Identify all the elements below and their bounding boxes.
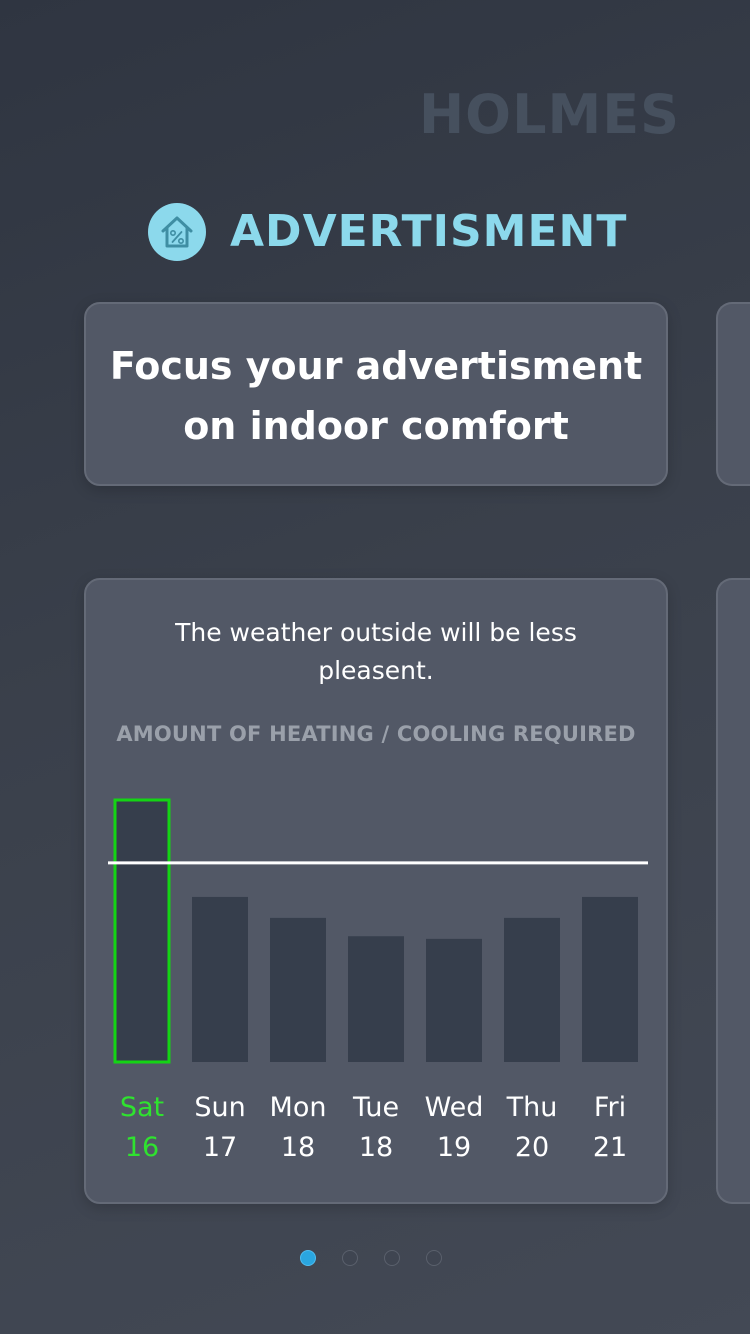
headline-text: Focus your advertisment on indoor comfor… — [109, 344, 643, 448]
day-labels: Sat 16 Sun 17 Mon 18 Tue 18 Wed 19 Thu 20 Fri 21 — [86, 1088, 668, 1178]
chart-bar-thu[interactable] — [504, 917, 560, 1062]
day-label-wed[interactable]: Wed 19 — [425, 1088, 484, 1168]
day-date: 17 — [202, 1132, 238, 1163]
section-title: ADVERTISMENT — [230, 206, 628, 257]
chart-bar-wed[interactable] — [426, 938, 482, 1062]
day-name: Wed — [424, 1092, 484, 1123]
next-chart-card-peek[interactable] — [716, 578, 750, 1204]
page-dot-3[interactable] — [384, 1250, 400, 1266]
day-name: Tue — [352, 1092, 400, 1123]
day-label-sat[interactable]: Sat 16 — [120, 1088, 164, 1168]
day-name: Thu — [506, 1092, 558, 1123]
headline-card[interactable]: Focus your advertisment on indoor comfor… — [84, 302, 668, 486]
page-dot-2[interactable] — [342, 1250, 358, 1266]
day-label-sun[interactable]: Sun 17 — [194, 1088, 245, 1168]
day-date: 21 — [592, 1132, 628, 1163]
day-name: Mon — [269, 1092, 327, 1123]
day-date: 16 — [124, 1132, 160, 1163]
chart-bar-sat[interactable] — [113, 798, 171, 1064]
day-date: 18 — [358, 1132, 394, 1163]
section-header: ADVERTISMENT — [148, 202, 627, 262]
day-name: Fri — [593, 1092, 627, 1123]
day-label-thu[interactable]: Thu 20 — [507, 1088, 558, 1168]
day-label-fri[interactable]: Fri 21 — [593, 1088, 627, 1168]
page-indicator — [300, 1250, 442, 1266]
day-date: 20 — [514, 1132, 550, 1163]
weather-card[interactable]: The weather outside will be less pleasen… — [84, 578, 668, 1204]
page-dot-4[interactable] — [426, 1250, 442, 1266]
brand-logo-text: HOLMES — [418, 83, 680, 146]
day-label-mon[interactable]: Mon 18 — [270, 1088, 327, 1168]
page-dot-1[interactable] — [300, 1250, 316, 1266]
heating-cooling-chart — [108, 798, 648, 1064]
day-name: Sun — [194, 1092, 246, 1123]
chart-bar-mon[interactable] — [270, 917, 326, 1062]
chart-bar-sun[interactable] — [192, 896, 248, 1062]
day-name: Sat — [119, 1092, 165, 1123]
day-date: 18 — [280, 1132, 316, 1163]
day-label-tue[interactable]: Tue 18 — [353, 1088, 399, 1168]
chart-bar-tue[interactable] — [348, 936, 404, 1062]
day-date: 19 — [436, 1132, 472, 1163]
chart-bar-fri[interactable] — [582, 896, 638, 1062]
house-percent-icon — [148, 203, 206, 261]
next-card-peek[interactable] — [716, 302, 750, 486]
